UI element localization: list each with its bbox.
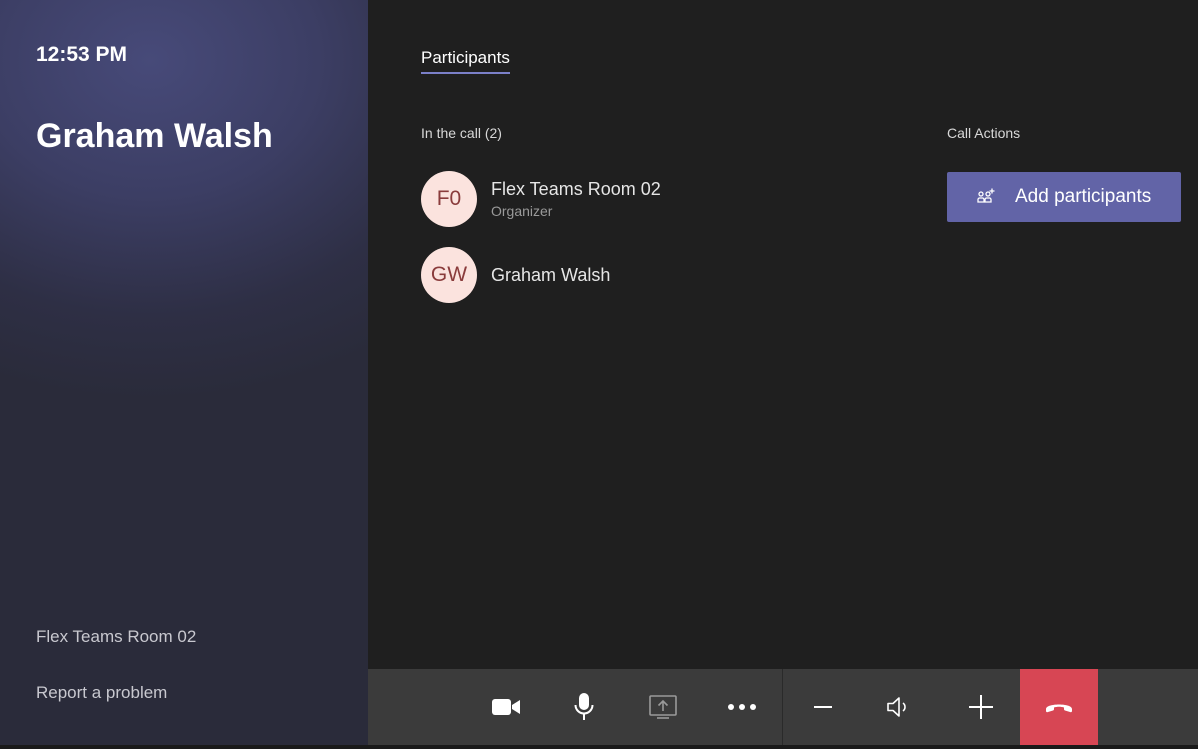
- control-divider: [782, 669, 783, 745]
- report-problem-link[interactable]: Report a problem: [36, 683, 167, 703]
- participants-pane: Participants In the call (2) Call Action…: [368, 0, 1198, 668]
- participant-item[interactable]: F0 Flex Teams Room 02 Organizer: [421, 171, 661, 227]
- call-control-bar: [368, 669, 1198, 745]
- more-options-button[interactable]: [703, 669, 781, 745]
- participant-name: Flex Teams Room 02: [491, 179, 661, 199]
- hang-up-icon: [1046, 704, 1072, 713]
- volume-down-button[interactable]: [784, 669, 862, 745]
- in-call-heading: In the call (2): [421, 125, 502, 141]
- volume-down-icon: [814, 706, 832, 708]
- tab-participants[interactable]: Participants: [421, 48, 510, 74]
- participant-item[interactable]: GW Graham Walsh: [421, 247, 610, 303]
- more-options-icon: [728, 704, 756, 710]
- call-actions-heading: Call Actions: [947, 125, 1021, 141]
- microphone-icon: [574, 693, 594, 720]
- add-participants-label: Add participants: [1015, 186, 1152, 207]
- participant-name: Graham Walsh: [491, 264, 611, 285]
- bottom-edge: [0, 745, 1198, 749]
- share-screen-icon: [649, 695, 677, 719]
- add-people-icon: [977, 188, 995, 203]
- speaker-icon: [887, 697, 906, 717]
- hang-up-button[interactable]: [1020, 669, 1098, 745]
- participant-role: Organizer: [491, 203, 553, 219]
- avatar: GW: [421, 247, 477, 303]
- call-info-panel: 12:53 PM Graham Walsh Flex Teams Room 02…: [0, 0, 368, 745]
- room-name-label: Flex Teams Room 02: [36, 627, 197, 646]
- volume-up-button[interactable]: [942, 669, 1020, 745]
- share-screen-button[interactable]: [624, 669, 702, 745]
- clock: 12:53 PM: [36, 43, 128, 66]
- microphone-button[interactable]: [545, 669, 623, 745]
- teams-room-call-window: 12:53 PM Graham Walsh Flex Teams Room 02…: [0, 0, 1198, 749]
- video-camera-icon: [492, 699, 520, 715]
- add-participants-button[interactable]: Add participants: [947, 172, 1181, 222]
- camera-button[interactable]: [467, 669, 545, 745]
- volume-up-icon: [969, 695, 993, 719]
- participant-info: Graham Walsh: [491, 265, 610, 286]
- participant-info: Flex Teams Room 02 Organizer: [491, 179, 661, 219]
- speaker-button[interactable]: [860, 669, 938, 745]
- caller-name: Graham Walsh: [36, 117, 273, 155]
- avatar: F0: [421, 171, 477, 227]
